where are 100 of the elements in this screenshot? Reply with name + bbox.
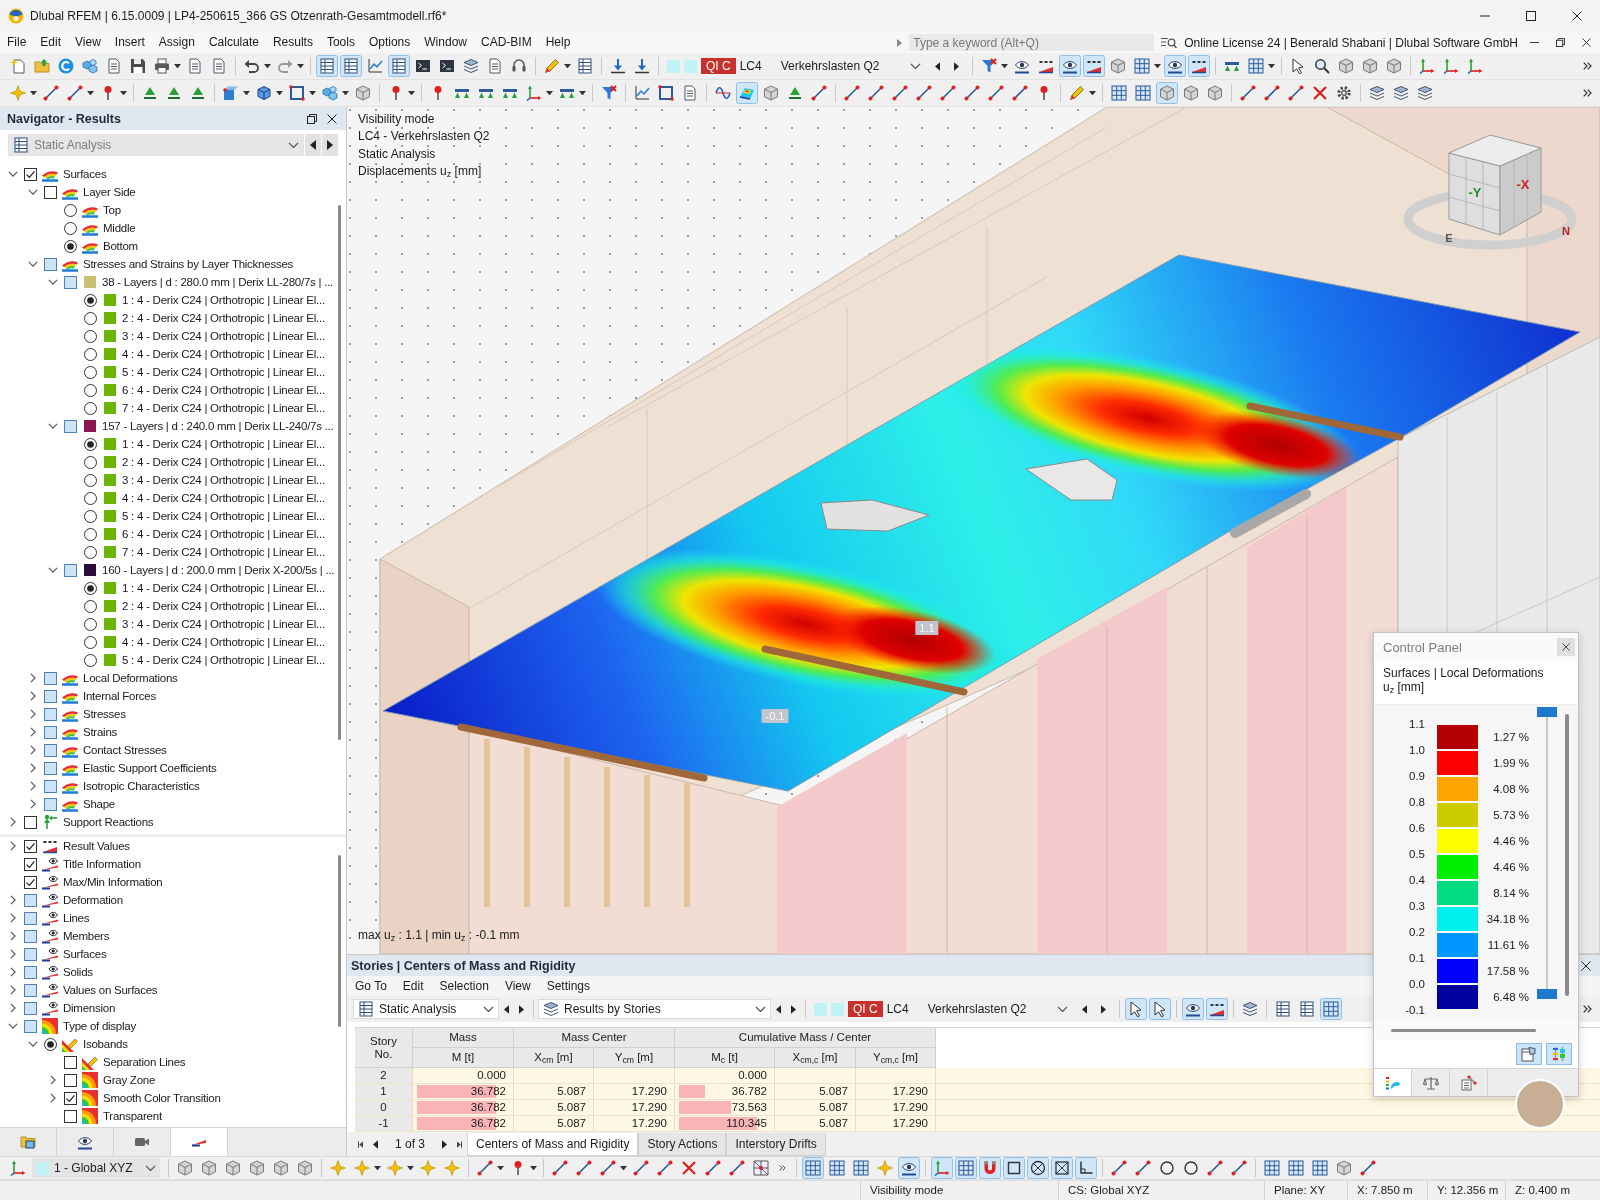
filter-icon[interactable]	[601, 85, 617, 101]
checkbox[interactable]	[24, 929, 37, 943]
support-icon[interactable]	[142, 85, 158, 101]
radio-button[interactable]	[84, 347, 97, 361]
chevron-right-icon[interactable]	[50, 1075, 56, 1085]
menu-item[interactable]: Edit	[394, 975, 432, 997]
search-icon[interactable]	[1161, 36, 1178, 49]
table-icon[interactable]	[388, 55, 410, 77]
square-icon[interactable]	[1003, 1157, 1025, 1179]
tree-item-label[interactable]: 6 : 4 - Derix C24 | Orthotropic | Linear El...	[122, 528, 325, 540]
coordinate-system-dropdown[interactable]: 1 - Global XYZ	[32, 1158, 160, 1178]
save-icon[interactable]	[130, 58, 146, 74]
menu-item[interactable]: Help	[538, 32, 578, 53]
tree-item-label[interactable]: 157 - Layers | d : 240.0 mm | Derix LL-240/7s ...	[102, 420, 334, 432]
radio-button[interactable]	[84, 473, 97, 487]
menu-item[interactable]: Assign	[151, 32, 202, 53]
chevron-down-icon[interactable]	[28, 189, 38, 195]
checkbox[interactable]	[24, 911, 37, 925]
chevron-right-icon[interactable]	[50, 1093, 56, 1103]
arrow-right-icon[interactable]	[519, 1004, 524, 1014]
axis-icon[interactable]	[1418, 58, 1435, 74]
line-icon[interactable]	[811, 85, 827, 101]
chevron-right-icon[interactable]	[10, 931, 16, 941]
radio-button[interactable]	[44, 1037, 57, 1051]
cursor-icon[interactable]	[1148, 998, 1171, 1020]
restore-icon[interactable]	[307, 113, 317, 124]
cube-icon[interactable]	[1336, 1160, 1352, 1176]
result-values-icon[interactable]	[1082, 55, 1105, 77]
tree-item-label[interactable]: Surfaces	[63, 948, 107, 960]
search-field[interactable]: Type a keyword (Alt+Q)	[909, 34, 1155, 51]
tree-item-label[interactable]: 3 : 4 - Derix C24 | Orthotropic | Linear El...	[122, 618, 325, 630]
checkbox[interactable]	[44, 761, 57, 775]
arrow-left-icon[interactable]	[934, 61, 940, 71]
tree-item-label[interactable]: Shape	[83, 798, 115, 810]
filter-icon[interactable]	[980, 58, 997, 74]
tree-item-label[interactable]: 38 - Layers | d : 280.0 mm | Derix LL-280/7s | ...	[102, 276, 334, 288]
table-icon[interactable]	[577, 58, 593, 74]
layers-icon[interactable]	[1369, 85, 1385, 101]
menu-item[interactable]: Edit	[33, 32, 69, 53]
tree-item-label[interactable]: Surfaces	[63, 168, 107, 180]
scrollbar-thumb[interactable]	[337, 205, 341, 740]
circle-icon[interactable]	[1183, 1160, 1199, 1176]
checkbox[interactable]	[44, 257, 57, 271]
menu-item[interactable]: Results	[265, 32, 320, 53]
frame-icon[interactable]	[289, 85, 305, 101]
load-arrow-icon[interactable]	[634, 58, 650, 74]
grid-icon[interactable]	[1264, 1160, 1280, 1176]
view-cube-label[interactable]: N	[1562, 225, 1570, 237]
zoom-icon[interactable]	[1313, 58, 1330, 74]
support-icon[interactable]	[787, 85, 803, 101]
caret-icon[interactable]	[546, 90, 553, 96]
chevron-right-icon[interactable]	[30, 763, 36, 773]
menu-item[interactable]: Go To	[347, 975, 395, 997]
radio-button[interactable]	[64, 221, 77, 235]
menu-item[interactable]: Calculate	[201, 32, 266, 53]
menu-item[interactable]: View	[496, 975, 539, 997]
restore-icon[interactable]	[1556, 38, 1565, 47]
radio-button[interactable]	[64, 239, 77, 253]
caret-icon[interactable]	[374, 1165, 381, 1171]
menu-item[interactable]: Settings	[538, 975, 599, 997]
caret-icon[interactable]	[276, 90, 283, 96]
checkbox[interactable]	[64, 1073, 77, 1087]
tree-item-label[interactable]: Smooth Color Transition	[103, 1092, 221, 1104]
checkbox[interactable]	[24, 893, 37, 907]
menu-item[interactable]: Window	[417, 32, 474, 53]
radio-button[interactable]	[84, 635, 97, 649]
tree-item-label[interactable]: Strains	[83, 726, 118, 738]
layers-icon[interactable]	[1241, 1001, 1258, 1017]
radio-button[interactable]	[84, 311, 97, 325]
grid-icon[interactable]	[955, 1157, 977, 1179]
graph-icon[interactable]	[367, 58, 383, 74]
document-icon[interactable]	[682, 85, 698, 101]
chevron-down-icon[interactable]	[28, 261, 38, 267]
tree-item-label[interactable]: Isobands	[83, 1038, 128, 1050]
caret-icon[interactable]	[620, 1165, 627, 1171]
chevron-right-icon[interactable]	[10, 1003, 16, 1013]
tree-item-label[interactable]: Deformation	[63, 894, 123, 906]
document-icon[interactable]	[487, 58, 503, 74]
line-icon[interactable]	[552, 1160, 568, 1176]
close-icon[interactable]	[1582, 38, 1591, 47]
tree-item-label[interactable]: Support Reactions	[63, 816, 154, 828]
line-icon[interactable]	[868, 85, 884, 101]
arrow-left-icon[interactable]	[373, 1139, 378, 1149]
line-icon[interactable]	[940, 85, 956, 101]
box-cross-icon[interactable]	[1051, 1157, 1073, 1179]
tree-item-label[interactable]: 4 : 4 - Derix C24 | Orthotropic | Linear El...	[122, 348, 325, 360]
checkbox[interactable]	[44, 707, 57, 721]
chevron-right-icon[interactable]	[10, 967, 16, 977]
caret-icon[interactable]	[174, 63, 181, 69]
caret-icon[interactable]	[408, 90, 415, 96]
axis-icon[interactable]	[526, 85, 542, 101]
document-icon[interactable]	[187, 58, 203, 74]
caret-icon[interactable]	[243, 90, 250, 96]
chevron-right-icon[interactable]	[30, 727, 36, 737]
checkbox[interactable]	[44, 689, 57, 703]
arrow-right-icon[interactable]	[953, 61, 959, 71]
arrow-left-icon[interactable]	[504, 1004, 509, 1014]
line-icon[interactable]	[1360, 1160, 1376, 1176]
pencil-icon[interactable]	[544, 58, 560, 74]
eye-icon[interactable]	[1181, 998, 1204, 1020]
